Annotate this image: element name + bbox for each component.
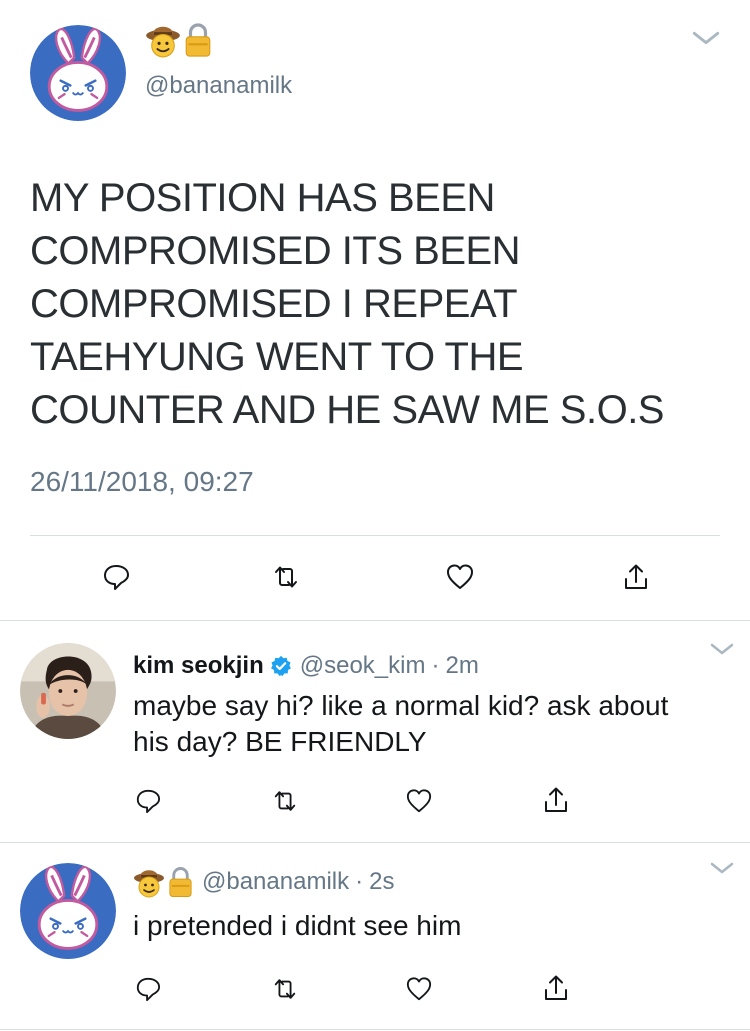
cowboy-face-icon: [133, 869, 165, 898]
chevron-down-icon[interactable]: [710, 862, 734, 874]
chevron-down-icon[interactable]: [692, 30, 720, 46]
avatar[interactable]: [30, 25, 126, 121]
reply-text-line: maybe say hi? like a normal kid? ask abo…: [133, 690, 669, 721]
user-handle[interactable]: @seok_kim: [300, 652, 426, 680]
lock-icon: [184, 23, 212, 58]
divider: [0, 1029, 750, 1030]
like-icon[interactable]: [406, 788, 432, 814]
reply-header: @bananamilk · 2s: [133, 866, 394, 898]
divider: [0, 842, 750, 843]
lock-icon: [168, 867, 193, 898]
reply-icon[interactable]: [102, 563, 130, 591]
avatar[interactable]: [20, 863, 116, 959]
cowboy-face-icon: [145, 25, 181, 58]
reply-header: kim seokjin @seok_kim · 2m: [133, 652, 479, 680]
reply-text: i pretended i didnt see him: [133, 908, 733, 944]
share-icon[interactable]: [542, 974, 570, 1002]
tweet-text-line: TAEHYUNG WENT TO THE: [30, 335, 524, 379]
tweet-text-line: COMPROMISED I REPEAT: [30, 282, 518, 326]
tweet-text-line: MY POSITION HAS BEEN: [30, 176, 495, 220]
reply-text-line: i pretended i didnt see him: [133, 910, 462, 941]
share-icon[interactable]: [622, 563, 650, 591]
reply-icon[interactable]: [135, 976, 161, 1002]
display-name-emojis: [145, 22, 213, 58]
like-icon[interactable]: [446, 563, 474, 591]
main-tweet: @bananamilk MY POSITION HAS BEEN COMPROM…: [0, 0, 750, 620]
avatar[interactable]: [20, 643, 116, 739]
reply-icon[interactable]: [135, 788, 161, 814]
divider: [0, 620, 750, 621]
meta-separator: ·: [355, 868, 364, 895]
meta-separator: ·: [431, 652, 440, 679]
retweet-icon[interactable]: [272, 788, 298, 814]
tweet-time[interactable]: 2s: [369, 868, 394, 896]
display-name[interactable]: kim seokjin: [133, 652, 264, 680]
tweet-timestamp[interactable]: 26/11/2018, 09:27: [30, 466, 254, 498]
share-icon[interactable]: [542, 786, 570, 814]
user-handle[interactable]: @bananamilk: [202, 868, 349, 896]
chevron-down-icon[interactable]: [710, 643, 734, 655]
divider: [30, 535, 720, 536]
like-icon[interactable]: [406, 976, 432, 1002]
verified-badge-icon: [270, 655, 291, 676]
reply-text: maybe say hi? like a normal kid? ask abo…: [133, 688, 733, 760]
retweet-icon[interactable]: [272, 563, 300, 591]
tweet-text: MY POSITION HAS BEEN COMPROMISED ITS BEE…: [30, 172, 730, 437]
tweet-time[interactable]: 2m: [445, 652, 478, 680]
reply-text-line: his day? BE FRIENDLY: [133, 726, 427, 757]
tweet-text-line: COMPROMISED ITS BEEN: [30, 229, 521, 273]
tweet-text-line: COUNTER AND HE SAW ME S.O.S: [30, 388, 664, 432]
retweet-icon[interactable]: [272, 976, 298, 1002]
user-handle[interactable]: @bananamilk: [145, 72, 292, 100]
